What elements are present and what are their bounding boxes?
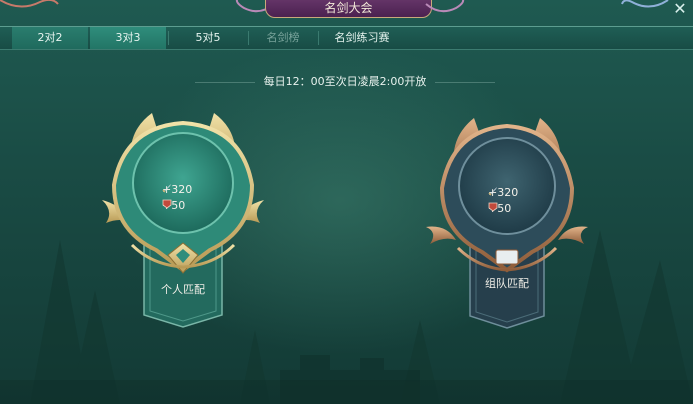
tab-5v5[interactable]: 5对5 [170, 27, 246, 49]
tab-divider [248, 31, 249, 45]
tab-practice[interactable]: 名剑练习赛 [320, 27, 404, 49]
jade-emblem-frame [102, 113, 264, 328]
reward-row-points: +320 [162, 183, 193, 196]
window-title-banner: 名剑大会 [265, 0, 432, 18]
tab-2v2[interactable]: 2对2 [12, 27, 88, 49]
banner-ornament-right [425, 0, 465, 13]
mode-tab-bar: 2对2 3对3 5对5 名剑榜 名剑练习赛 [0, 26, 693, 50]
corner-ornament-left [0, 0, 59, 8]
tab-3v3[interactable]: 3对3 [90, 27, 166, 49]
reward-row-badge: +50 [488, 202, 512, 215]
window-title: 名剑大会 [324, 1, 373, 15]
sword-icon [162, 184, 171, 193]
sword-icon [488, 187, 497, 196]
tab-ranking[interactable]: 名剑榜 [250, 27, 316, 49]
team-match-label: 组队匹配 [485, 277, 529, 290]
slate-emblem-frame [426, 118, 588, 329]
badge-icon [488, 202, 498, 212]
reward-row-badge: +50 [162, 199, 186, 212]
close-icon: ✕ [673, 0, 687, 18]
corner-ornament-right [621, 0, 669, 8]
badge-icon [162, 199, 172, 209]
solo-match-label: 个人匹配 [161, 283, 205, 296]
tab-divider [318, 31, 319, 45]
reward-row-points: +320 [488, 186, 519, 199]
close-button[interactable]: ✕ [669, 0, 691, 20]
tab-divider [168, 31, 169, 45]
solo-match-emblem[interactable]: +320 +50 个人匹配 [92, 105, 274, 335]
team-match-emblem[interactable]: +320 +50 组队匹配 [422, 112, 592, 334]
schedule-divider-right [435, 82, 495, 83]
